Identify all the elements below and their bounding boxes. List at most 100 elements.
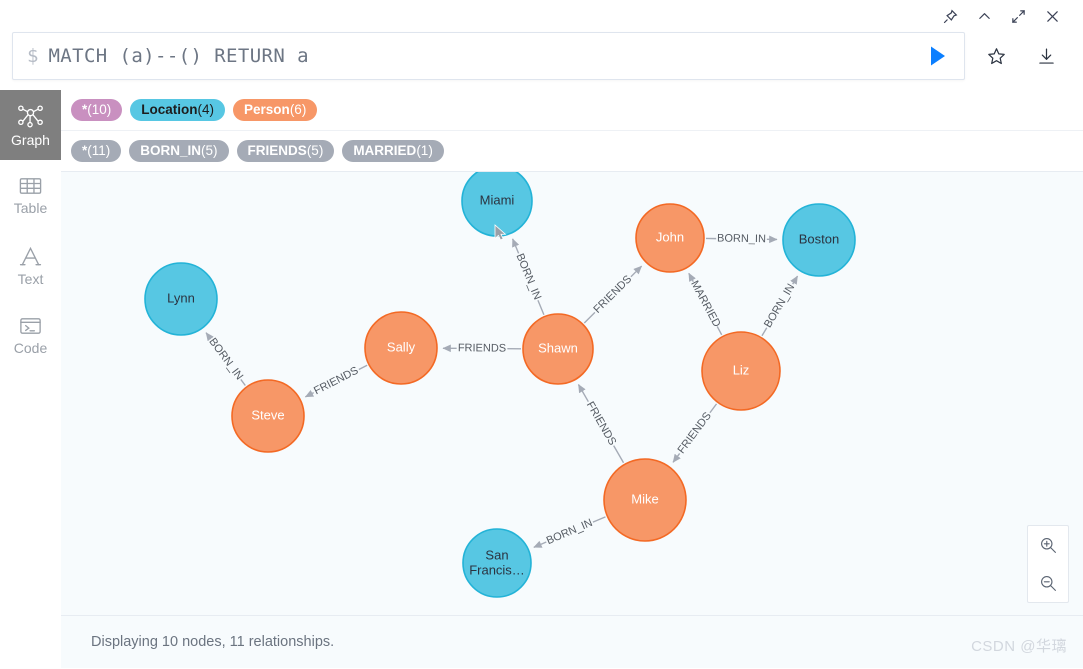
relationship-legend-row: *(11) BORN_IN(5) FRIENDS(5) MARRIED(1) xyxy=(61,130,1083,171)
relationship-line xyxy=(630,265,643,278)
relationship[interactable]: FRIENDS xyxy=(577,384,625,464)
graph-node-mike[interactable]: Mike xyxy=(603,458,687,542)
graph-canvas[interactable]: BORN_IN BORN_IN BORN_IN BORN_IN BORN_IN FRIEN… xyxy=(61,171,1083,615)
relationship-line xyxy=(709,403,718,414)
node-circle[interactable] xyxy=(701,331,781,411)
relationship-line xyxy=(688,272,696,283)
graph-node-sanfran[interactable]: SanFrancis… xyxy=(462,528,532,598)
node-circle[interactable] xyxy=(522,313,594,385)
relationship[interactable]: BORN_IN xyxy=(205,332,246,386)
relationship[interactable]: FRIENDS xyxy=(304,364,368,398)
legend-chip-count: (1) xyxy=(416,143,433,158)
legend-chip-all-nodes[interactable]: *(10) xyxy=(71,99,123,121)
close-icon[interactable] xyxy=(1035,3,1069,29)
relationship-line xyxy=(304,389,315,398)
sidebar-item-graph[interactable]: Graph xyxy=(0,90,61,160)
sidebar-item-code[interactable]: Code xyxy=(0,300,61,370)
relationship[interactable]: MARRIED xyxy=(688,272,723,336)
sidebar-item-text[interactable]: Text xyxy=(0,230,61,300)
relationship-label: MARRIED xyxy=(688,279,722,329)
relationship-label: FRIENDS xyxy=(584,400,619,448)
relationship[interactable]: BORN_IN xyxy=(705,233,778,246)
relationship[interactable]: BORN_IN xyxy=(511,238,545,316)
relationship-label: BORN_IN xyxy=(717,233,766,246)
relationship-line xyxy=(592,516,606,523)
legend-chip-person[interactable]: Person(6) xyxy=(233,99,318,121)
relationship-line xyxy=(533,540,547,548)
neo4j-browser-frame: $ MATCH (a)--() RETURN a Graph Table Tex… xyxy=(0,0,1083,669)
watermark: CSDN @华璃 xyxy=(971,638,1067,655)
legend-chip-married[interactable]: MARRIED(1) xyxy=(342,140,444,162)
relationship-line xyxy=(583,311,596,324)
pin-icon[interactable] xyxy=(933,3,967,29)
collapse-icon[interactable] xyxy=(967,3,1001,29)
sidebar-item-table-label: Table xyxy=(13,200,48,216)
node-circle[interactable] xyxy=(782,203,856,277)
legend-chip-count: (5) xyxy=(306,143,324,158)
graph-node-liz[interactable]: Liz xyxy=(701,331,781,411)
status-text: Displaying 10 nodes, 11 relationships. xyxy=(91,634,335,650)
legend-chip-label: FRIENDS xyxy=(247,143,307,158)
relationship[interactable]: BORN_IN xyxy=(533,516,606,548)
prompt-symbol: $ xyxy=(27,45,39,67)
legend-chip-count: (5) xyxy=(201,143,218,158)
download-icon[interactable] xyxy=(1021,32,1071,80)
graph-view: *(10) Location(4) Person(6) *(11) BORN_I… xyxy=(61,90,1083,668)
graph-node-boston[interactable]: Boston xyxy=(782,203,856,277)
node-circle[interactable] xyxy=(462,528,532,598)
legend-chip-friends[interactable]: FRIENDS(5) xyxy=(236,140,335,162)
relationship-label: FRIENDS xyxy=(675,410,713,456)
relationship-line xyxy=(672,453,681,463)
legend-chip-location[interactable]: Location(4) xyxy=(130,99,226,121)
editor-actions xyxy=(965,32,1071,80)
relationship-line xyxy=(205,332,214,342)
legend-chip-label: BORN_IN xyxy=(140,143,202,158)
node-circle[interactable] xyxy=(603,458,687,542)
legend: *(10) Location(4) Person(6) *(11) BORN_I… xyxy=(61,90,1083,171)
zoom-controls xyxy=(1027,525,1069,603)
relationship-label: BORN_IN xyxy=(206,336,245,382)
node-circle[interactable] xyxy=(364,311,438,385)
graph-svg[interactable]: BORN_IN BORN_IN BORN_IN BORN_IN BORN_IN FRIEN… xyxy=(61,172,1083,615)
node-legend-row: *(10) Location(4) Person(6) xyxy=(61,90,1083,130)
legend-chip-born-in[interactable]: BORN_IN(5) xyxy=(129,140,229,162)
zoom-in-button[interactable] xyxy=(1028,526,1068,564)
favorite-star-icon[interactable] xyxy=(971,32,1021,80)
legend-chip-label: Person xyxy=(244,102,290,117)
status-bar: Displaying 10 nodes, 11 relationships. C… xyxy=(61,615,1083,668)
relationship[interactable]: FRIENDS xyxy=(583,265,643,324)
graph-node-shawn[interactable]: Shawn xyxy=(522,313,594,385)
table-icon xyxy=(18,175,43,197)
relationship-line xyxy=(358,364,368,371)
result-body: Graph Table Text Code *(10) Location(4) … xyxy=(0,90,1083,668)
relationship-label: BORN_IN xyxy=(762,282,797,330)
text-icon xyxy=(18,245,43,268)
relationship-line xyxy=(761,327,768,337)
query-input[interactable] xyxy=(48,45,910,67)
relationship[interactable]: FRIENDS xyxy=(442,342,522,355)
graph-node-sally[interactable]: Sally xyxy=(364,311,438,385)
graph-node-lynn[interactable]: Lynn xyxy=(144,262,218,336)
graph-node-steve[interactable]: Steve xyxy=(231,379,305,453)
sidebar-item-code-label: Code xyxy=(13,340,48,356)
graph-node-john[interactable]: John xyxy=(635,203,705,273)
relationship-line xyxy=(511,238,520,254)
node-circle[interactable] xyxy=(231,379,305,453)
legend-chip-count: (11) xyxy=(87,143,111,158)
relationship-line xyxy=(790,275,799,285)
relationship-line xyxy=(613,445,625,464)
node-circle[interactable] xyxy=(144,262,218,336)
relationship-line xyxy=(240,379,246,386)
expand-icon[interactable] xyxy=(1001,3,1035,29)
code-icon xyxy=(18,315,43,337)
sidebar-item-table[interactable]: Table xyxy=(0,160,61,230)
run-query-button[interactable] xyxy=(910,43,964,69)
relationship[interactable]: FRIENDS xyxy=(672,403,718,463)
node-circle[interactable] xyxy=(635,203,705,273)
legend-chip-count: (6) xyxy=(289,102,307,117)
legend-chip-all-relationships[interactable]: *(11) xyxy=(71,140,122,162)
relationship-label: BORN_IN xyxy=(545,517,595,547)
query-editor[interactable]: $ xyxy=(12,32,965,80)
relationship[interactable]: BORN_IN xyxy=(761,275,799,337)
zoom-out-button[interactable] xyxy=(1028,564,1068,602)
